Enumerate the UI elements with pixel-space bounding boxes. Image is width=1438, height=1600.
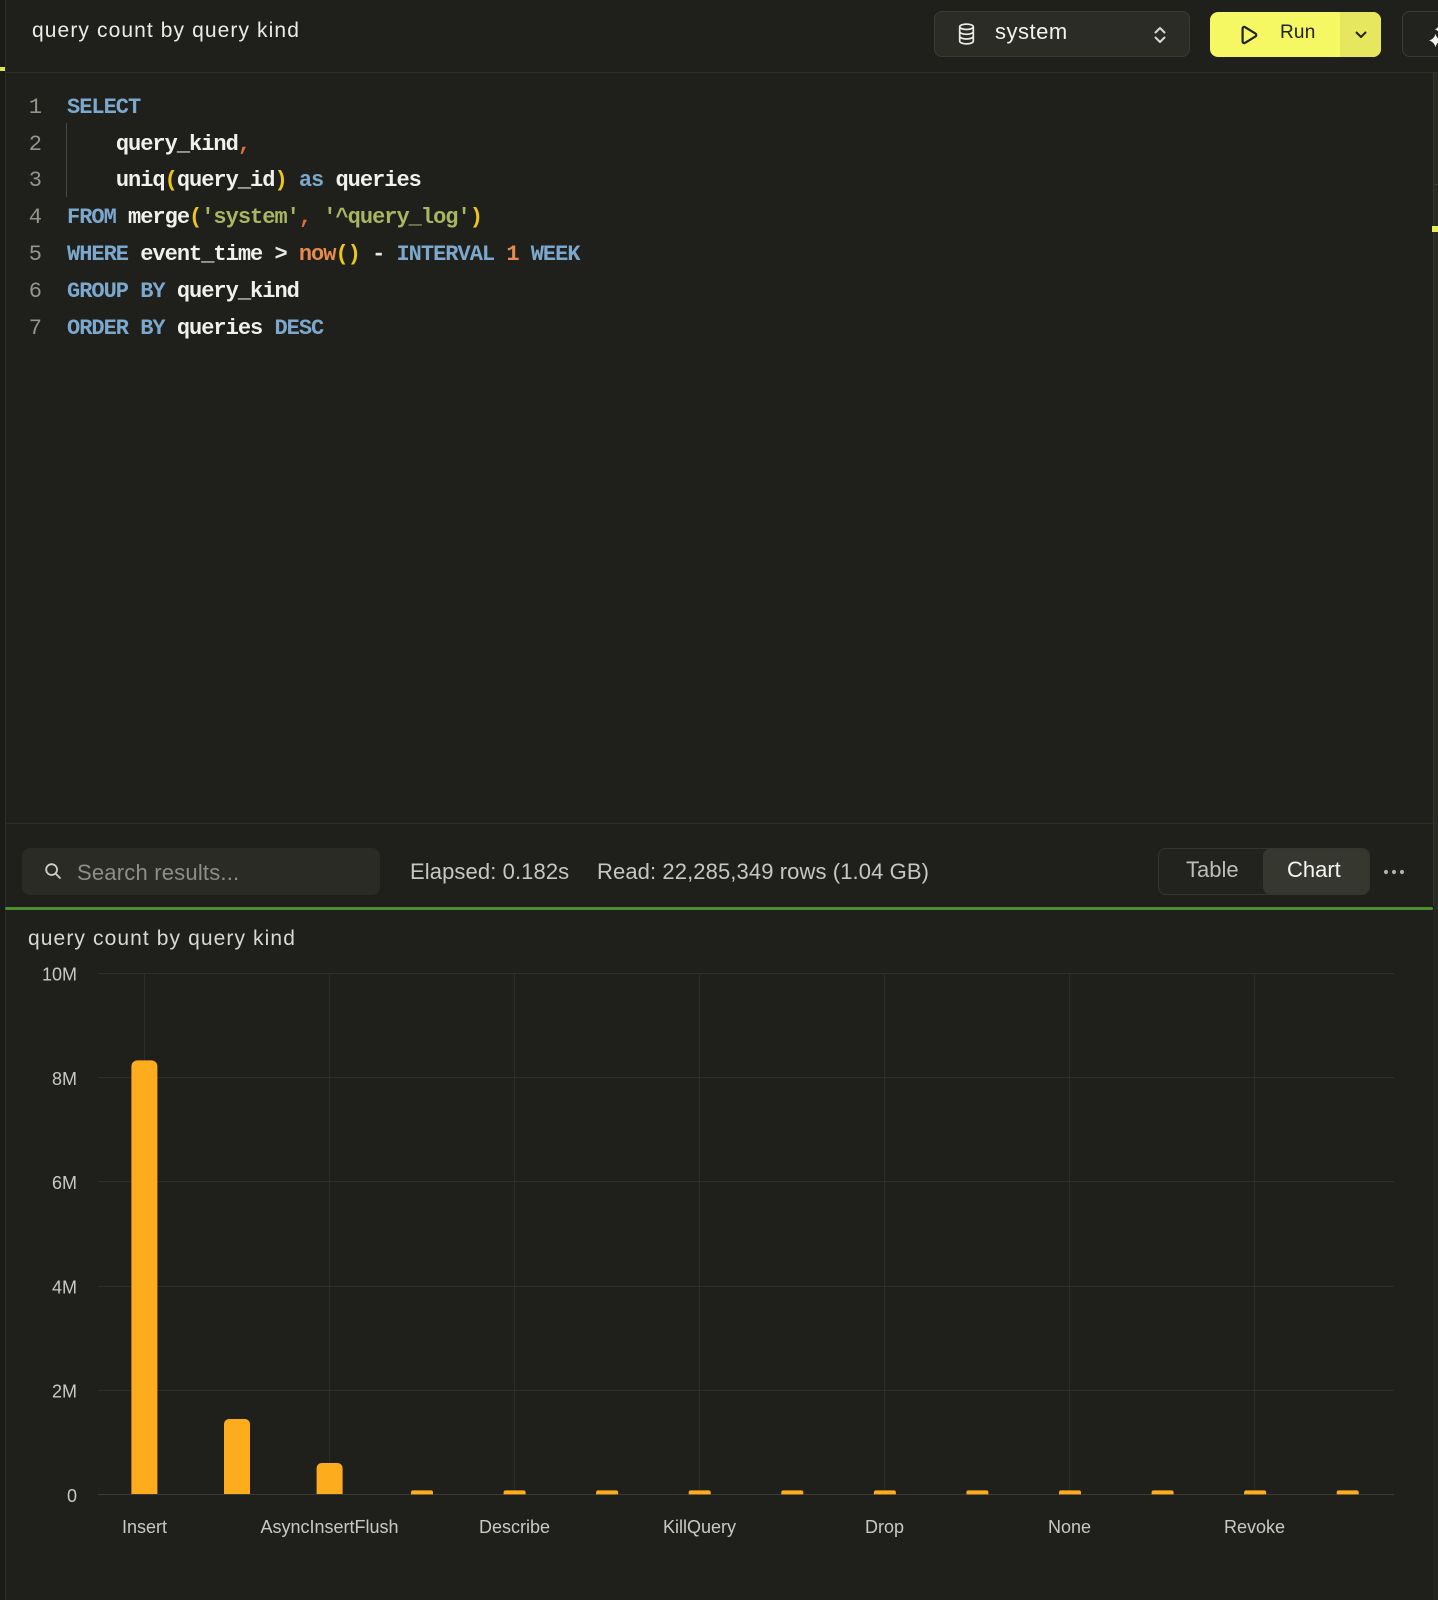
svg-text:2M: 2M	[52, 1382, 77, 1402]
svg-text:Revoke: Revoke	[1224, 1517, 1285, 1537]
svg-text:KillQuery: KillQuery	[663, 1517, 736, 1537]
svg-text:Insert: Insert	[122, 1517, 167, 1537]
svg-text:Describe: Describe	[479, 1517, 550, 1537]
svg-text:0: 0	[67, 1486, 77, 1506]
svg-text:4M: 4M	[52, 1277, 77, 1297]
svg-text:Drop: Drop	[865, 1517, 904, 1537]
svg-text:6M: 6M	[52, 1173, 77, 1193]
svg-text:8M: 8M	[52, 1069, 77, 1089]
svg-text:None: None	[1048, 1517, 1091, 1537]
svg-text:10M: 10M	[42, 965, 77, 985]
svg-text:AsyncInsertFlush: AsyncInsertFlush	[260, 1517, 398, 1537]
